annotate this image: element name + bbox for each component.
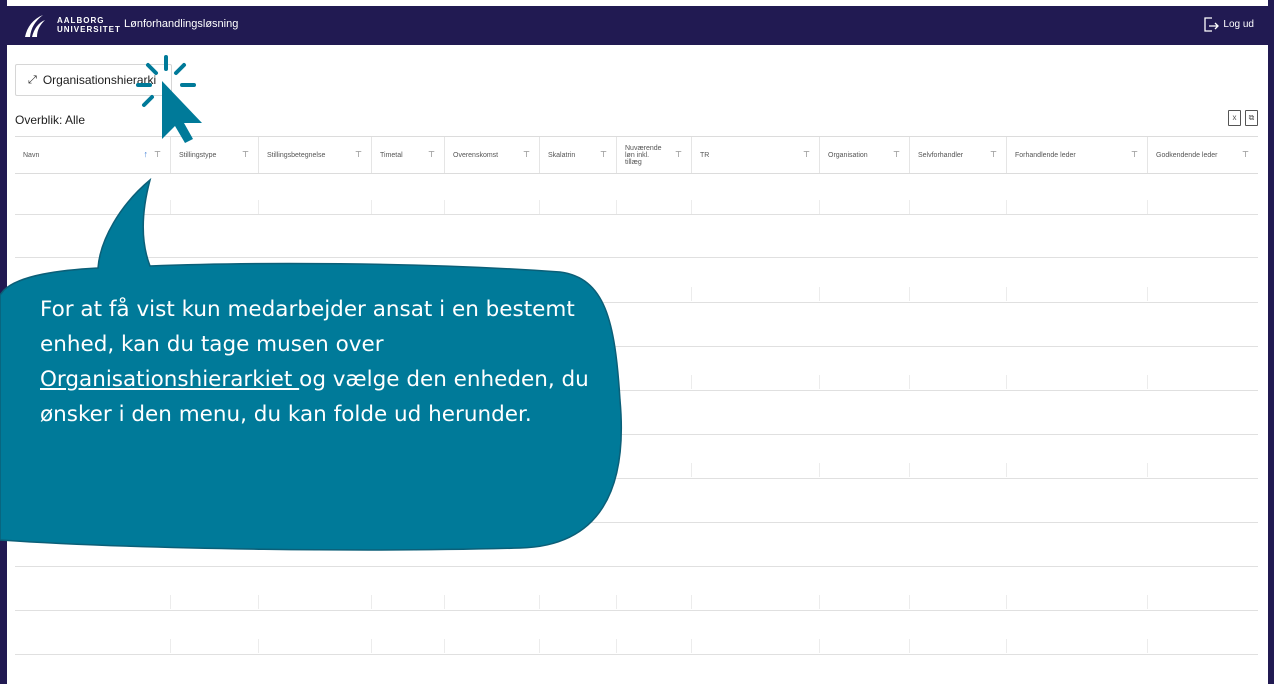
cell-divider bbox=[444, 639, 445, 653]
cell-divider bbox=[1147, 200, 1148, 214]
cell-divider bbox=[909, 639, 910, 653]
cell-divider bbox=[819, 200, 820, 214]
overview-label: Overblik: Alle bbox=[15, 113, 86, 127]
cell-divider bbox=[909, 463, 910, 477]
export-excel-icon[interactable]: x bbox=[1228, 110, 1241, 126]
cell-divider bbox=[539, 595, 540, 609]
column-label: TR bbox=[700, 151, 710, 159]
filter-icon[interactable]: ⊤ bbox=[893, 150, 900, 159]
column-label: Forhandlende leder bbox=[1015, 151, 1076, 159]
cell-divider bbox=[909, 287, 910, 301]
callout-text-start: For at få vist kun medarbejder ansat i e… bbox=[40, 297, 575, 357]
cell-divider bbox=[819, 595, 820, 609]
cell-divider bbox=[819, 639, 820, 653]
logout-label: Log ud bbox=[1223, 19, 1254, 30]
cell-divider bbox=[909, 595, 910, 609]
filter-icon[interactable]: ⊤ bbox=[1131, 150, 1138, 159]
filter-icon[interactable]: ⊤ bbox=[990, 150, 997, 159]
export-toolbar: x ⧉ bbox=[1228, 110, 1258, 126]
cell-divider bbox=[819, 375, 820, 389]
column-label: Godkendende leder bbox=[1156, 151, 1218, 159]
cell-divider bbox=[691, 595, 692, 609]
cell-divider bbox=[691, 287, 692, 301]
top-header: AALBORG UNIVERSITET Lønforhandlingsløsni… bbox=[7, 6, 1268, 45]
filter-icon[interactable]: ⊤ bbox=[675, 150, 682, 159]
cell-divider bbox=[539, 639, 540, 653]
cursor-pointer-icon bbox=[136, 55, 202, 143]
cell-divider bbox=[1006, 287, 1007, 301]
aau-logo-icon bbox=[25, 15, 45, 37]
filter-icon[interactable]: ⊤ bbox=[1242, 150, 1249, 159]
cell-divider bbox=[1147, 287, 1148, 301]
column-header-selvforhandler[interactable]: Selvforhandler ⊤ bbox=[910, 137, 1006, 173]
column-label: Selvforhandler bbox=[918, 151, 964, 159]
filter-icon[interactable]: ⊤ bbox=[803, 150, 810, 159]
cell-divider bbox=[819, 463, 820, 477]
cell-divider bbox=[371, 639, 372, 653]
cell-divider bbox=[1147, 639, 1148, 653]
cell-divider bbox=[1006, 463, 1007, 477]
cell-divider bbox=[1006, 595, 1007, 609]
column-header-tr[interactable]: TR ⊤ bbox=[692, 137, 819, 173]
cell-divider bbox=[691, 375, 692, 389]
table-row[interactable] bbox=[15, 654, 1258, 655]
cell-divider bbox=[170, 639, 171, 653]
cell-divider bbox=[1006, 375, 1007, 389]
app-title: Lønforhandlingsløsning bbox=[124, 18, 239, 30]
expand-icon: ⤢ bbox=[28, 73, 37, 86]
window-frame-right bbox=[1268, 0, 1274, 684]
callout-link-organisationshierarkiet[interactable]: Organisationshierarkiet bbox=[40, 367, 299, 392]
cell-divider bbox=[909, 200, 910, 214]
column-header-forhandlende-leder[interactable]: Forhandlende leder ⊤ bbox=[1007, 137, 1147, 173]
cell-divider bbox=[1006, 639, 1007, 653]
cell-divider bbox=[691, 463, 692, 477]
cell-divider bbox=[258, 639, 259, 653]
cell-divider bbox=[444, 595, 445, 609]
cell-divider bbox=[691, 639, 692, 653]
cell-divider bbox=[258, 595, 259, 609]
logout-button[interactable]: Log ud bbox=[1203, 16, 1254, 33]
table-row[interactable] bbox=[15, 610, 1258, 611]
cell-divider bbox=[909, 375, 910, 389]
cell-divider bbox=[1147, 595, 1148, 609]
cell-divider bbox=[616, 595, 617, 609]
column-header-organisation[interactable]: Organisation ⊤ bbox=[820, 137, 909, 173]
cell-divider bbox=[1147, 375, 1148, 389]
cell-divider bbox=[819, 287, 820, 301]
cell-divider bbox=[616, 639, 617, 653]
column-header-godkendende-leder[interactable]: Godkendende leder ⊤ bbox=[1148, 137, 1258, 173]
table-row[interactable] bbox=[15, 566, 1258, 567]
logout-icon bbox=[1204, 17, 1220, 32]
copy-icon[interactable]: ⧉ bbox=[1245, 110, 1258, 126]
callout-text: For at få vist kun medarbejder ansat i e… bbox=[40, 292, 600, 432]
university-name: AALBORG UNIVERSITET bbox=[57, 16, 121, 34]
logo-line-1: AALBORG bbox=[57, 16, 105, 25]
cell-divider bbox=[1006, 200, 1007, 214]
logo-line-2: UNIVERSITET bbox=[57, 25, 121, 34]
cell-divider bbox=[170, 595, 171, 609]
cell-divider bbox=[371, 595, 372, 609]
cell-divider bbox=[691, 200, 692, 214]
column-label: Organisation bbox=[828, 151, 868, 159]
cell-divider bbox=[1147, 463, 1148, 477]
